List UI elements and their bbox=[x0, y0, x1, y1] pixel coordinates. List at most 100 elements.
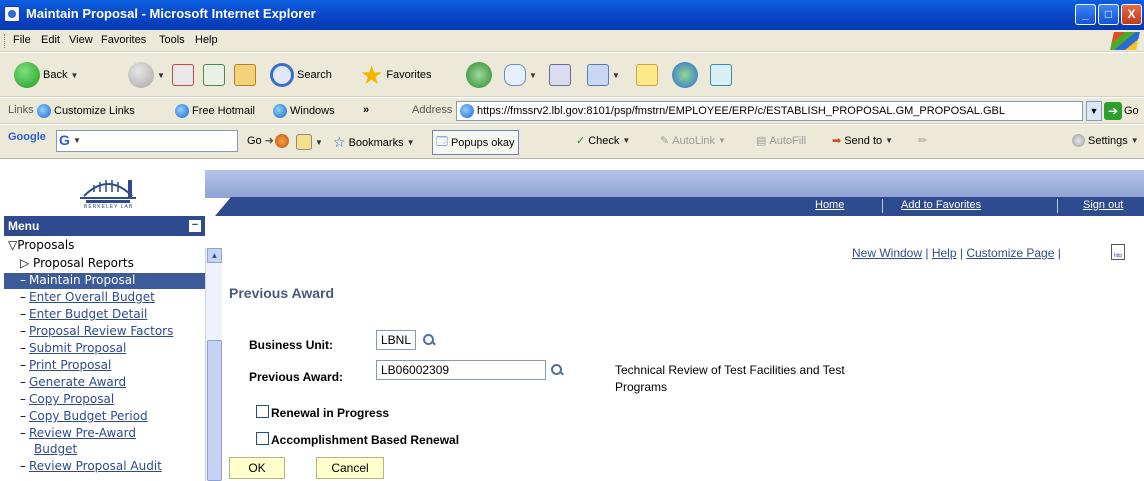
home-icon bbox=[234, 64, 256, 86]
page-title: Previous Award bbox=[229, 285, 335, 301]
back-dropdown-icon[interactable]: ▼ bbox=[70, 71, 78, 80]
menu-scrollbar[interactable]: ▲ bbox=[205, 248, 222, 481]
stop-button[interactable] bbox=[172, 61, 194, 89]
refresh-button[interactable] bbox=[203, 61, 225, 89]
help-link[interactable]: Help bbox=[932, 246, 957, 260]
menu-help[interactable]: Help bbox=[195, 34, 218, 46]
standard-toolbar: Back ▼ ▼ Search ★ Favorites ▼ ▼ bbox=[0, 53, 1144, 97]
menu-panel: ▽Proposals ▷ Proposal Reports – Maintain … bbox=[4, 236, 205, 481]
accomplishment-renewal-checkbox[interactable] bbox=[256, 432, 269, 445]
google-search-input[interactable]: G ▼ bbox=[56, 130, 238, 152]
autolink-button[interactable]: ✎ AutoLink ▼ bbox=[660, 134, 726, 148]
back-button[interactable]: Back ▼ bbox=[14, 61, 78, 89]
menu-item-copy-proposal[interactable]: – Copy Proposal bbox=[20, 392, 114, 408]
previous-award-lookup-icon[interactable] bbox=[550, 363, 564, 377]
favorites-button[interactable]: ★ Favorites bbox=[360, 61, 432, 89]
home-button[interactable] bbox=[234, 61, 256, 89]
favorites-label: Favorites bbox=[386, 69, 432, 81]
menu-item-enter-overall-budget[interactable]: – Enter Overall Budget bbox=[20, 290, 155, 306]
ok-button[interactable]: OK bbox=[229, 457, 285, 479]
nav-sign-out[interactable]: Sign out bbox=[1083, 199, 1123, 211]
google-go-button[interactable]: Go ➜ bbox=[247, 134, 274, 148]
link-customize-links[interactable]: Customize Links bbox=[37, 104, 135, 118]
menu-item-review-pre-award-budget[interactable]: Budget bbox=[34, 442, 77, 458]
bookmarks-button[interactable]: ☆ Bookmarks ▼ bbox=[333, 134, 415, 151]
renewal-in-progress-checkbox[interactable] bbox=[256, 405, 269, 418]
award-description: Technical Review of Test Facilities and … bbox=[615, 363, 845, 394]
link-free-hotmail[interactable]: Free Hotmail bbox=[175, 104, 255, 118]
google-g-button[interactable]: G bbox=[59, 132, 70, 148]
folder-icon bbox=[636, 64, 658, 86]
news-icon[interactable]: ▼ bbox=[296, 134, 323, 150]
pagerank-icon[interactable] bbox=[275, 134, 289, 148]
autofill-button[interactable]: ▤ AutoFill bbox=[756, 134, 806, 148]
menu-item-maintain-proposal[interactable]: – Maintain Proposal bbox=[4, 273, 205, 289]
address-input[interactable]: https://fmssrv2.lbl.gov:8101/psp/fmstrn/… bbox=[456, 101, 1083, 121]
menu-tools[interactable]: Tools bbox=[159, 34, 185, 46]
spellcheck-icon: ✓ bbox=[576, 135, 586, 147]
menu-folder-proposal-reports[interactable]: ▷ Proposal Reports bbox=[20, 256, 134, 272]
menu-item-review-pre-award[interactable]: – Review Pre-Award bbox=[20, 426, 136, 442]
address-bar: Links Customize Links Free Hotmail Windo… bbox=[0, 98, 1144, 124]
menu-item-proposal-review-factors[interactable]: – Proposal Review Factors bbox=[20, 324, 173, 340]
http-link-icon[interactable]: http bbox=[1111, 244, 1125, 260]
star-icon: ☆ bbox=[333, 134, 346, 150]
popups-button[interactable]: 🗔 Popups okay bbox=[432, 130, 519, 155]
header-nav: Home Add to Favorites Sign out bbox=[215, 197, 1144, 216]
cancel-button[interactable]: Cancel bbox=[316, 457, 384, 479]
forward-dropdown-icon[interactable]: ▼ bbox=[157, 71, 165, 80]
check-button[interactable]: ✓ Check ▼ bbox=[576, 134, 630, 148]
accomplishment-renewal-label: Accomplishment Based Renewal bbox=[271, 433, 460, 447]
berkeley-lab-logo-icon bbox=[80, 180, 136, 203]
print-button[interactable] bbox=[549, 61, 571, 89]
menu-edit[interactable]: Edit bbox=[41, 34, 60, 46]
go-button[interactable]: ➔ Go bbox=[1104, 101, 1139, 121]
menu-folder-proposals[interactable]: ▽Proposals bbox=[8, 238, 74, 254]
close-button[interactable]: X bbox=[1121, 4, 1142, 25]
research-button[interactable] bbox=[710, 61, 732, 89]
nav-add-to-favorites[interactable]: Add to Favorites bbox=[901, 199, 981, 211]
menu-item-review-proposal-audit[interactable]: – Review Proposal Audit bbox=[20, 459, 162, 475]
windows-logo-icon bbox=[1110, 32, 1140, 50]
history-button[interactable] bbox=[466, 61, 492, 89]
link-windows[interactable]: Windows bbox=[273, 104, 335, 118]
scroll-thumb[interactable] bbox=[207, 340, 222, 481]
refresh-icon bbox=[203, 64, 225, 86]
settings-icon bbox=[1072, 134, 1085, 147]
forward-button[interactable]: ▼ bbox=[128, 61, 165, 89]
new-window-link[interactable]: New Window bbox=[852, 246, 922, 260]
business-unit-input[interactable]: LBNL bbox=[376, 330, 416, 350]
customize-page-link[interactable]: Customize Page bbox=[966, 246, 1054, 260]
menu-file[interactable]: File bbox=[13, 34, 31, 46]
menu-item-print-proposal[interactable]: – Print Proposal bbox=[20, 358, 111, 374]
menu-collapse-button[interactable]: − bbox=[189, 220, 201, 232]
back-label: Back bbox=[43, 69, 68, 81]
mail-button[interactable]: ▼ bbox=[504, 61, 537, 89]
highlighter-icon[interactable]: ✏ bbox=[918, 134, 927, 147]
minimize-button[interactable]: _ bbox=[1075, 4, 1096, 25]
maximize-button[interactable]: □ bbox=[1098, 4, 1119, 25]
history-icon bbox=[466, 62, 492, 88]
menu-item-enter-budget-detail[interactable]: – Enter Budget Detail bbox=[20, 307, 147, 323]
google-logo[interactable]: Google bbox=[8, 131, 46, 143]
address-dropdown-icon[interactable]: ▼ bbox=[1086, 101, 1102, 121]
menu-item-submit-proposal[interactable]: – Submit Proposal bbox=[20, 341, 126, 357]
page-toplinks: New Window | Help | Customize Page | bbox=[852, 246, 1061, 260]
menu-bar: File Edit View Favorites Tools Help bbox=[0, 30, 1144, 52]
menu-item-generate-award[interactable]: – Generate Award bbox=[20, 375, 126, 391]
sendto-button[interactable]: ➡ Send to ▼ bbox=[832, 134, 893, 148]
menu-favorites[interactable]: Favorites bbox=[101, 34, 146, 46]
settings-button[interactable]: Settings ▼ bbox=[1072, 134, 1139, 147]
edit-button[interactable]: ▼ bbox=[587, 61, 620, 89]
research-icon bbox=[710, 64, 732, 86]
menu-view[interactable]: View bbox=[69, 34, 93, 46]
previous-award-input[interactable]: LB06002309 bbox=[376, 360, 546, 380]
nav-home[interactable]: Home bbox=[815, 199, 844, 211]
search-button[interactable]: Search bbox=[270, 61, 332, 89]
discuss-button[interactable] bbox=[636, 61, 658, 89]
links-chevron[interactable]: » bbox=[363, 104, 369, 116]
menu-item-copy-budget-period[interactable]: – Copy Budget Period bbox=[20, 409, 148, 425]
scroll-up-icon[interactable]: ▲ bbox=[207, 248, 222, 263]
business-unit-lookup-icon[interactable] bbox=[422, 333, 436, 347]
messenger-button[interactable] bbox=[672, 61, 698, 89]
